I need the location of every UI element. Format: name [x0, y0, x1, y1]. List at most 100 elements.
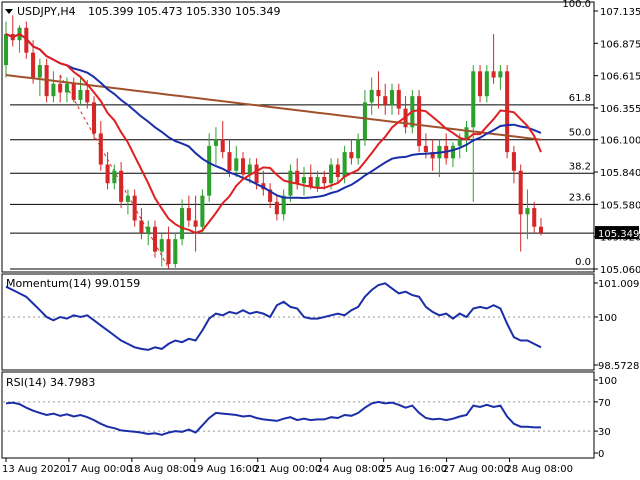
price-label: 107.135	[600, 7, 640, 18]
candle-body[interactable]	[396, 89, 401, 109]
candle-body[interactable]	[186, 208, 191, 221]
trading-chart[interactable]: 100.061.850.038.223.60.0 107.135106.8751…	[0, 0, 640, 480]
fib-level-label: 50.0	[569, 128, 591, 139]
rsi-label: 30	[598, 427, 611, 438]
candle-body[interactable]	[180, 208, 185, 240]
momentum-label: 101.0091	[598, 279, 640, 290]
candle-body[interactable]	[193, 220, 198, 227]
candle-body[interactable]	[274, 201, 279, 215]
momentum-label: 100	[598, 313, 617, 324]
candle-body[interactable]	[240, 158, 246, 175]
candle-body[interactable]	[78, 89, 83, 100]
candle-body[interactable]	[112, 170, 117, 184]
candle-body[interactable]	[51, 83, 56, 97]
candle-body[interactable]	[356, 139, 361, 159]
candle-body[interactable]	[254, 164, 259, 184]
price-label: 106.615	[600, 72, 640, 83]
candle-body[interactable]	[450, 145, 455, 159]
candle-body[interactable]	[532, 208, 537, 227]
candle-body[interactable]	[64, 83, 69, 93]
rsi-title: RSI(14) 34.7983	[6, 376, 95, 389]
candle-body[interactable]	[105, 164, 110, 184]
candle-body[interactable]	[119, 170, 124, 202]
price-label: 105.060	[600, 265, 640, 276]
candle-body[interactable]	[329, 164, 334, 184]
candle-body[interactable]	[85, 89, 90, 103]
price-label: 105.840	[600, 168, 640, 179]
ohlc-values: 105.399 105.473 105.330 105.349	[88, 5, 280, 18]
candle-body[interactable]	[389, 89, 395, 105]
candle-body[interactable]	[349, 152, 354, 159]
price-label: 105.580	[600, 200, 640, 211]
candle-body[interactable]	[220, 139, 225, 153]
candle-body[interactable]	[383, 96, 388, 105]
fib-level-label: 0.0	[575, 257, 591, 268]
candle-body[interactable]	[92, 102, 97, 134]
candle-body[interactable]	[152, 226, 158, 252]
candle-body[interactable]	[518, 170, 523, 215]
candle-body[interactable]	[376, 89, 381, 97]
fib-level-label: 61.8	[569, 93, 591, 104]
time-label: 13 Aug 2020	[2, 464, 66, 475]
rsi-label: 100	[598, 376, 617, 387]
candle-body[interactable]	[207, 145, 212, 196]
candle-body[interactable]	[213, 139, 218, 146]
candle-body[interactable]	[173, 239, 178, 265]
candle-body[interactable]	[484, 71, 489, 97]
candle-body[interactable]	[132, 195, 137, 221]
rsi-label: 70	[598, 398, 611, 409]
candle-body[interactable]	[159, 239, 164, 252]
candle-body[interactable]	[538, 226, 544, 233]
time-label: 24 Aug 08:00	[317, 464, 384, 475]
current-price-label: 105.349	[598, 229, 639, 240]
price-label: 106.875	[600, 39, 640, 50]
candle-body[interactable]	[200, 195, 205, 227]
candle-body[interactable]	[3, 34, 9, 66]
price-label: 106.355	[600, 104, 640, 115]
candle-body[interactable]	[335, 164, 340, 177]
candle-body[interactable]	[525, 208, 530, 215]
candle-body[interactable]	[491, 71, 496, 78]
momentum-title: Momentum(14) 99.0159	[6, 277, 140, 290]
candle-body[interactable]	[98, 133, 103, 165]
candle-body[interactable]	[31, 52, 36, 78]
candle-body[interactable]	[498, 71, 503, 78]
price-label: 106.100	[600, 136, 640, 147]
candle-body[interactable]	[478, 71, 483, 97]
candle-body[interactable]	[301, 176, 307, 184]
time-label: 21 Aug 00:00	[254, 464, 321, 475]
candle-body[interactable]	[58, 83, 63, 93]
candle-body[interactable]	[234, 158, 239, 171]
time-label: 28 Aug 08:00	[506, 464, 573, 475]
time-label: 27 Aug 00:00	[443, 464, 510, 475]
time-label: 25 Aug 16:00	[380, 464, 447, 475]
candle-body[interactable]	[295, 170, 300, 184]
time-label: 19 Aug 16:00	[191, 464, 258, 475]
fib-level-label: 100.0	[562, 0, 591, 10]
chart-background	[0, 0, 640, 480]
price-axis: 107.135 106.875 106.615 106.355 106.100 105.8…	[594, 7, 640, 276]
momentum-label: 98.5728	[598, 361, 639, 372]
candle-body[interactable]	[471, 71, 476, 128]
candle-body[interactable]	[423, 145, 428, 153]
candle-body[interactable]	[342, 152, 347, 177]
candle-body[interactable]	[362, 102, 367, 140]
candle-body[interactable]	[315, 176, 320, 187]
candle-body[interactable]	[511, 152, 516, 171]
time-label: 17 Aug 00:00	[65, 464, 132, 475]
candle-body[interactable]	[146, 226, 151, 233]
time-label: 18 Aug 08:00	[128, 464, 195, 475]
candle-body[interactable]	[417, 96, 422, 146]
candle-body[interactable]	[369, 89, 374, 103]
candle-body[interactable]	[457, 139, 462, 146]
candle-body[interactable]	[166, 239, 171, 265]
rsi-label: 0	[598, 449, 604, 460]
candle-body[interactable]	[125, 195, 130, 202]
fib-level-label: 23.6	[569, 192, 591, 203]
fib-level-label: 38.2	[569, 161, 591, 172]
candle-body[interactable]	[37, 65, 42, 78]
candle-body[interactable]	[322, 176, 327, 184]
candle-body[interactable]	[71, 83, 76, 100]
candle-body[interactable]	[227, 152, 232, 171]
candle-body[interactable]	[139, 220, 144, 233]
